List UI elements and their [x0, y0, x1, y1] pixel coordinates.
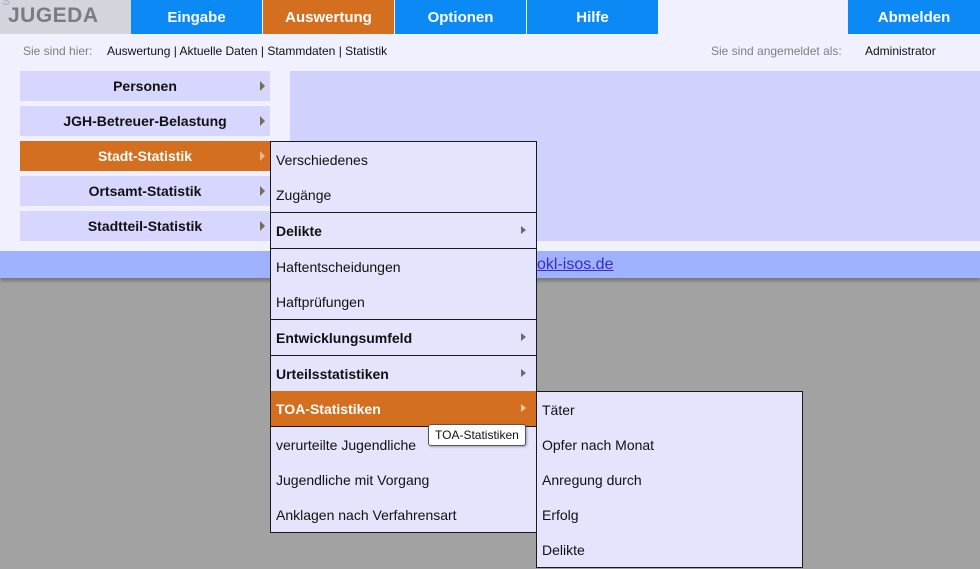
submenu-item-label: Delikte: [542, 541, 585, 558]
menu-item-jugendliche-mit-vorgang[interactable]: Jugendliche mit Vorgang: [271, 462, 536, 497]
menu-item-label: Haftentscheidungen: [276, 258, 401, 275]
sidebar-item-label: Personen: [113, 78, 177, 94]
menu-item-delikte[interactable]: Delikte: [271, 213, 536, 248]
menu-item-label: Haftprüfungen: [276, 293, 365, 310]
submenu-item-label: Anregung durch: [542, 471, 642, 488]
chevron-right-icon: [260, 186, 265, 196]
menu-item-anklagen-nach-verfahrensart[interactable]: Anklagen nach Verfahrensart: [271, 497, 536, 532]
submenu-item-label: Opfer nach Monat: [542, 436, 655, 453]
submenu-item-anregung-durch[interactable]: Anregung durch: [537, 462, 802, 497]
menu-item-label: Delikte: [276, 222, 322, 239]
login-username: Administrator: [865, 44, 936, 58]
menu-item-label: Zugänge: [276, 186, 332, 203]
menu-item-zugaenge[interactable]: Zugänge: [271, 177, 536, 212]
menu-item-haftpruefungen[interactable]: Haftprüfungen: [271, 284, 536, 319]
chevron-right-icon: [521, 226, 526, 234]
submenu-item-erfolg[interactable]: Erfolg: [537, 497, 802, 532]
chevron-right-icon: [260, 81, 265, 91]
chevron-right-icon: [260, 221, 265, 231]
app-logo: S JUGEDA: [0, 0, 131, 34]
chevron-right-icon: [521, 333, 526, 341]
submenu-item-taeter[interactable]: Täter: [537, 392, 802, 427]
tooltip: TOA-Statistiken: [428, 424, 526, 446]
breadcrumb-label: Sie sind hier:: [23, 44, 93, 58]
sidebar-item-ortsamt-statistik[interactable]: Ortsamt-Statistik: [20, 176, 270, 206]
sidebar-item-jgh-betreuer-belastung[interactable]: JGH-Betreuer-Belastung: [20, 106, 270, 136]
sidebar-item-stadtteil-statistik[interactable]: Stadtteil-Statistik: [20, 211, 270, 241]
nav-auswertung-button[interactable]: Auswertung: [263, 0, 394, 34]
sidebar-item-label: Stadtteil-Statistik: [87, 218, 203, 234]
submenu-item-label: Erfolg: [542, 506, 579, 523]
menu-item-verschiedenes[interactable]: Verschiedenes: [271, 142, 536, 177]
menu-item-haftentscheidungen[interactable]: Haftentscheidungen: [271, 249, 536, 284]
menu-item-label: Jugendliche mit Vorgang: [276, 471, 430, 488]
sidebar-item-label: JGH-Betreuer-Belastung: [63, 113, 227, 129]
menu-item-entwicklungsumfeld[interactable]: Entwicklungsumfeld: [271, 320, 536, 355]
toa-statistiken-submenu: Täter Opfer nach Monat Anregung durch Er…: [536, 391, 803, 568]
chevron-right-icon: [521, 404, 526, 412]
menu-item-toa-statistiken[interactable]: TOA-Statistiken: [271, 391, 536, 426]
stadt-statistik-menu: Verschiedenes Zugänge Delikte Haftentsch…: [270, 141, 537, 533]
logo-text: JUGEDA: [8, 4, 99, 27]
sidebar-item-label: Ortsamt-Statistik: [88, 183, 202, 199]
breadcrumb[interactable]: Auswertung | Aktuelle Daten | Stammdaten…: [107, 44, 387, 58]
menu-item-urteilsstatistiken[interactable]: Urteilsstatistiken: [271, 356, 536, 391]
nav-eingabe-button[interactable]: Eingabe: [131, 0, 262, 34]
footer-link[interactable]: okl-isos.de: [537, 256, 613, 274]
menu-item-label: TOA-Statistiken: [276, 400, 381, 417]
sidebar-item-personen[interactable]: Personen: [20, 71, 270, 101]
menu-item-label: Anklagen nach Verfahrensart: [276, 506, 457, 523]
nav-hilfe-button[interactable]: Hilfe: [527, 0, 658, 34]
menu-item-label: Entwicklungsumfeld: [276, 329, 413, 346]
chevron-right-icon: [260, 151, 265, 161]
sidebar-item-stadt-statistik[interactable]: Stadt-Statistik: [20, 141, 270, 171]
menu-item-label: Urteilsstatistiken: [276, 365, 389, 382]
submenu-item-delikte[interactable]: Delikte: [537, 532, 802, 567]
sidebar-item-label: Stadt-Statistik: [97, 148, 193, 164]
logout-button[interactable]: Abmelden: [848, 0, 980, 34]
submenu-item-label: Täter: [542, 401, 575, 418]
menu-item-label: verurteilte Jugendliche: [276, 436, 417, 453]
submenu-item-opfer-nach-monat[interactable]: Opfer nach Monat: [537, 427, 802, 462]
nav-optionen-button[interactable]: Optionen: [395, 0, 526, 34]
chevron-right-icon: [260, 116, 265, 126]
login-label: Sie sind angemeldet als:: [711, 44, 842, 58]
menu-item-label: Verschiedenes: [276, 151, 368, 168]
chevron-right-icon: [521, 369, 526, 377]
